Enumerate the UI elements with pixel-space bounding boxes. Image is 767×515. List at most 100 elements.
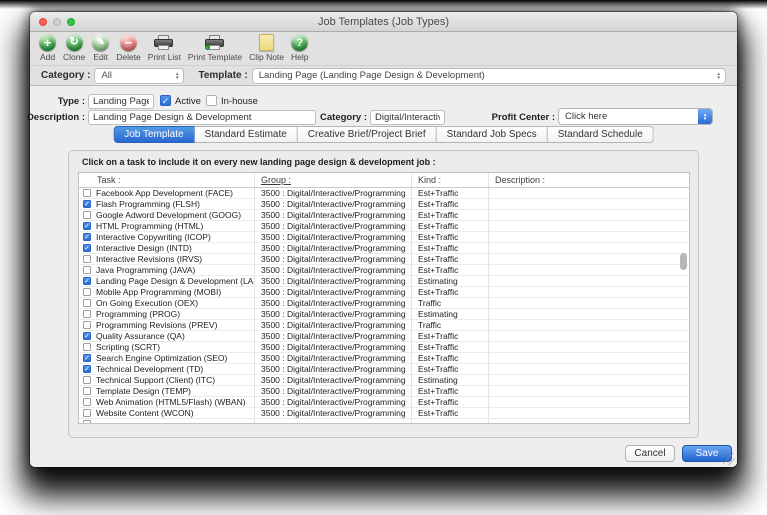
profit-center-select[interactable]: Click here ▲▼ [558,108,713,125]
clone-button[interactable]: ↻ Clone [63,34,85,62]
table-row[interactable]: ✓Search Engine Optimization (SEO)3500 : … [79,353,689,364]
table-row[interactable]: Programming (PROG)3500 : Digital/Interac… [79,309,689,320]
task-cell: ✓Interactive Copywriting (ICOP) [79,232,255,242]
table-row[interactable] [79,419,689,424]
inhouse-checkbox[interactable] [206,95,217,106]
task-checkbox[interactable] [83,288,91,296]
task-checkbox[interactable] [83,266,91,274]
task-checkbox[interactable]: ✓ [83,332,91,340]
task-checkbox[interactable] [83,343,91,351]
task-name: Scripting (SCRT) [96,342,160,352]
task-checkbox[interactable]: ✓ [83,244,91,252]
delete-minus-icon: − [120,34,137,51]
table-row[interactable]: Web Animation (HTML5/Flash) (WBAN)3500 :… [79,397,689,408]
tab-standard-schedule[interactable]: Standard Schedule [548,126,654,143]
task-checkbox[interactable]: ✓ [83,277,91,285]
task-group: 3500 : Digital/Interactive/Programming [255,408,412,418]
close-button[interactable] [39,18,47,26]
task-group: 3500 : Digital/Interactive/Programming [255,331,412,341]
task-checkbox[interactable]: ✓ [83,222,91,230]
table-row[interactable]: Facebook App Development (FACE)3500 : Di… [79,188,689,199]
active-checkbox[interactable]: ✓ [160,95,171,106]
task-group: 3500 : Digital/Interactive/Programming [255,320,412,330]
tab-creative-brief-project-brief[interactable]: Creative Brief/Project Brief [298,126,437,143]
title-bar[interactable]: Job Templates (Job Types) [30,12,737,32]
task-name: Technical Support (Client) (ITC) [96,375,215,385]
table-row[interactable]: ✓Landing Page Design & Development (LAND… [79,276,689,287]
task-description [489,419,689,424]
table-row[interactable]: On Going Execution (OEX)3500 : Digital/I… [79,298,689,309]
tab-standard-estimate[interactable]: Standard Estimate [195,126,298,143]
table-row[interactable]: Programming Revisions (PREV)3500 : Digit… [79,320,689,331]
column-header-task[interactable]: Task : [79,173,255,187]
table-row[interactable]: Google Adword Development (GOOG)3500 : D… [79,210,689,221]
table-row[interactable]: Template Design (TEMP)3500 : Digital/Int… [79,386,689,397]
task-group: 3500 : Digital/Interactive/Programming [255,265,412,275]
tab-job-template[interactable]: Job Template [113,126,194,143]
help-button[interactable]: ? Help [291,34,308,62]
task-checkbox[interactable] [83,420,91,424]
tab-standard-job-specs[interactable]: Standard Job Specs [437,126,548,143]
task-checkbox[interactable]: ✓ [83,354,91,362]
task-checkbox[interactable]: ✓ [83,200,91,208]
table-row[interactable]: ✓Technical Development (TD)3500 : Digita… [79,364,689,375]
table-row[interactable]: ✓HTML Programming (HTML)3500 : Digital/I… [79,221,689,232]
scrollbar-thumb[interactable] [680,253,687,270]
task-checkbox[interactable] [83,255,91,263]
task-checkbox[interactable] [83,299,91,307]
add-button[interactable]: + Add [39,34,56,62]
description-input[interactable] [88,110,316,125]
task-checkbox[interactable] [83,211,91,219]
column-header-description[interactable]: Description : [489,173,689,187]
type-label: Type : [58,96,85,107]
minimize-button[interactable] [53,18,61,26]
table-row[interactable]: Scripting (SCRT) 3500 : Digital/Interacti… [79,342,689,353]
type-input[interactable] [88,94,154,109]
task-checkbox[interactable] [83,387,91,395]
table-row[interactable]: Website Content (WCON)3500 : Digital/Int… [79,408,689,419]
zoom-button[interactable] [67,18,75,26]
table-row[interactable]: Java Programming (JAVA)3500 : Digital/In… [79,265,689,276]
app-window: Job Templates (Job Types) + Add ↻ Clone … [30,12,737,467]
category-input[interactable] [370,110,445,125]
table-row[interactable]: ✓ Quality Assurance (QA) 3500 : Digital/In… [79,331,689,342]
task-checkbox[interactable] [83,321,91,329]
delete-button[interactable]: − Delete [116,34,141,62]
task-name: Quality Assurance (QA) [96,331,185,341]
toolbar: + Add ↻ Clone ✎ Edit − Delete Print List… [30,32,737,65]
column-header-kind[interactable]: Kind : [412,173,489,187]
print-list-button[interactable]: Print List [148,34,181,62]
task-name: Mobile App Programming (MOBI) [96,287,221,297]
table-row[interactable]: Mobile App Programming (MOBI)3500 : Digi… [79,287,689,298]
task-group: 3500 : Digital/Interactive/Programming [255,364,412,374]
resize-grip-icon[interactable] [723,453,735,465]
table-row[interactable]: ✓Interactive Copywriting (ICOP)3500 : Di… [79,232,689,243]
table-row[interactable]: Interactive Revisions (IRVS)3500 : Digit… [79,254,689,265]
task-group: 3500 : Digital/Interactive/Programming [255,342,412,352]
column-header-group[interactable]: Group : [255,173,412,187]
cancel-button[interactable]: Cancel [625,445,675,462]
task-checkbox[interactable] [83,376,91,384]
task-kind: Est+Traffic [412,221,489,231]
task-checkbox[interactable]: ✓ [83,233,91,241]
task-kind: Estimating [412,309,489,319]
task-checkbox[interactable] [83,189,91,197]
task-checkbox[interactable] [83,398,91,406]
clip-note-button[interactable]: Clip Note [249,34,284,62]
task-checkbox[interactable] [83,310,91,318]
task-kind [412,419,489,424]
table-row[interactable]: ✓Flash Programming (FLSH)3500 : Digital/… [79,199,689,210]
task-cell: Interactive Revisions (IRVS) [79,254,255,264]
print-template-button[interactable]: Print Template [188,34,242,62]
tab-bar: Job TemplateStandard EstimateCreative Br… [113,126,654,143]
task-checkbox[interactable]: ✓ [83,365,91,373]
template-filter-select[interactable]: Landing Page (Landing Page Design & Deve… [252,68,726,84]
table-row[interactable]: ✓Interactive Design (INTD)3500 : Digital… [79,243,689,254]
category-filter-select[interactable]: All ▲▼ [94,68,184,84]
table-row[interactable]: Technical Support (Client) (ITC)3500 : D… [79,375,689,386]
task-checkbox[interactable] [83,409,91,417]
category-label: Category : [320,112,367,123]
task-cell: Google Adword Development (GOOG) [79,210,255,220]
task-cell: ✓HTML Programming (HTML) [79,221,255,231]
edit-button[interactable]: ✎ Edit [92,34,109,62]
